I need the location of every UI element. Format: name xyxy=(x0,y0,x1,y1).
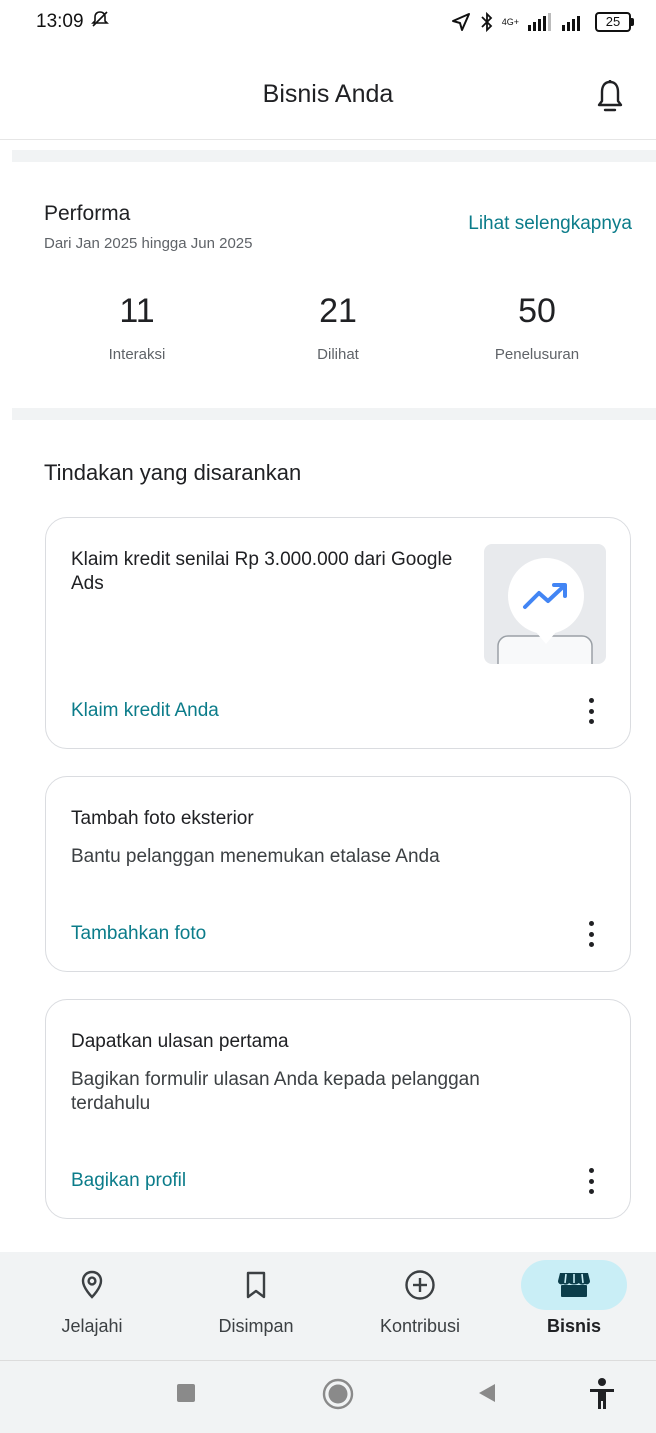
more-options-icon[interactable] xyxy=(584,696,598,726)
card-title: Klaim kredit senilai Rp 3.000.000 dari G… xyxy=(71,549,453,594)
nav-saved[interactable]: Disimpan xyxy=(174,1252,338,1360)
location-arrow-icon xyxy=(450,11,472,33)
card-description: Bagikan formulir ulasan Anda kepada pela… xyxy=(71,1069,480,1114)
location-pin-icon xyxy=(39,1260,145,1310)
nav-label: Kontribusi xyxy=(379,1316,461,1336)
nav-contribute[interactable]: Kontribusi xyxy=(338,1252,502,1360)
app-bar-divider xyxy=(0,139,656,140)
stat-label: Dilihat xyxy=(317,346,359,363)
see-more-link[interactable]: Lihat selengkapnya xyxy=(468,213,632,235)
stat-label: Interaksi xyxy=(108,346,166,363)
page-title: Bisnis Anda xyxy=(262,80,394,108)
card-description: Bantu pelanggan menemukan etalase Anda xyxy=(71,846,440,867)
claim-credit-button[interactable]: Klaim kredit Anda xyxy=(71,700,219,722)
stat-value: 50 xyxy=(518,292,556,330)
signal-icon-2 xyxy=(561,13,587,31)
suggestion-card-google-ads[interactable]: Klaim kredit senilai Rp 3.000.000 dari G… xyxy=(45,517,631,749)
add-circle-icon xyxy=(367,1260,473,1310)
battery-icon: 25 xyxy=(595,12,634,32)
stat-value: 21 xyxy=(319,292,357,330)
home-circle-icon xyxy=(322,1378,354,1415)
signal-icon xyxy=(527,13,553,31)
stat-value: 11 xyxy=(119,292,155,330)
add-photo-button[interactable]: Tambahkan foto xyxy=(71,923,206,945)
status-time: 13:09 xyxy=(36,11,84,32)
promo-illustration xyxy=(484,544,606,664)
bluetooth-icon xyxy=(480,11,494,33)
suggestion-card-first-review[interactable]: Dapatkan ulasan pertama Bagikan formulir… xyxy=(45,999,631,1219)
app-bar: Bisnis Anda xyxy=(0,56,656,136)
bottom-navigation: Jelajahi Disimpan Kontribusi Bisnis xyxy=(0,1252,656,1360)
accessibility-button[interactable] xyxy=(588,1377,616,1416)
status-bar: 13:09 4G+ 25 xyxy=(0,0,656,44)
home-button[interactable] xyxy=(322,1378,354,1415)
network-type-label: 4G+ xyxy=(501,16,519,27)
square-icon xyxy=(176,1383,196,1408)
bookmark-icon xyxy=(203,1260,309,1310)
notifications-bell-icon[interactable] xyxy=(590,76,630,116)
back-triangle-icon xyxy=(478,1383,496,1408)
network-indicator: 4G+ xyxy=(501,16,519,27)
stat-searches[interactable]: 50 Penelusuran xyxy=(437,290,637,363)
nav-label: Disimpan xyxy=(218,1316,294,1336)
storefront-icon xyxy=(521,1260,627,1310)
nav-label: Jelajahi xyxy=(61,1316,123,1336)
stat-interactions[interactable]: 11 Interaksi xyxy=(37,290,237,363)
status-left: 13:09 xyxy=(36,9,110,35)
suggestion-card-exterior-photo[interactable]: Tambah foto eksterior Bantu pelanggan me… xyxy=(45,776,631,972)
trending-up-icon xyxy=(522,580,570,617)
more-options-icon[interactable] xyxy=(584,1166,598,1196)
status-right: 4G+ 25 xyxy=(450,11,634,33)
more-options-icon[interactable] xyxy=(584,919,598,949)
stat-label: Penelusuran xyxy=(494,346,580,363)
battery-level: 25 xyxy=(595,12,631,32)
section-separator xyxy=(12,150,656,162)
nav-business[interactable]: Bisnis xyxy=(492,1252,656,1360)
stat-views[interactable]: 21 Dilihat xyxy=(238,290,438,363)
nav-label: Bisnis xyxy=(546,1316,602,1336)
performance-date-range: Dari Jan 2025 hingga Jun 2025 xyxy=(44,235,253,252)
card-title: Tambah foto eksterior xyxy=(71,808,254,829)
nav-explore[interactable]: Jelajahi xyxy=(10,1252,174,1360)
share-profile-button[interactable]: Bagikan profil xyxy=(71,1170,186,1192)
section-separator xyxy=(12,408,656,420)
back-button[interactable] xyxy=(478,1383,496,1408)
mute-icon xyxy=(90,9,110,35)
recent-apps-button[interactable] xyxy=(176,1383,196,1408)
performance-title: Performa xyxy=(44,202,131,225)
system-navigation-bar xyxy=(0,1360,656,1433)
suggested-actions-title: Tindakan yang disarankan xyxy=(44,460,302,485)
card-title: Dapatkan ulasan pertama xyxy=(71,1031,289,1052)
accessibility-icon xyxy=(588,1377,616,1416)
